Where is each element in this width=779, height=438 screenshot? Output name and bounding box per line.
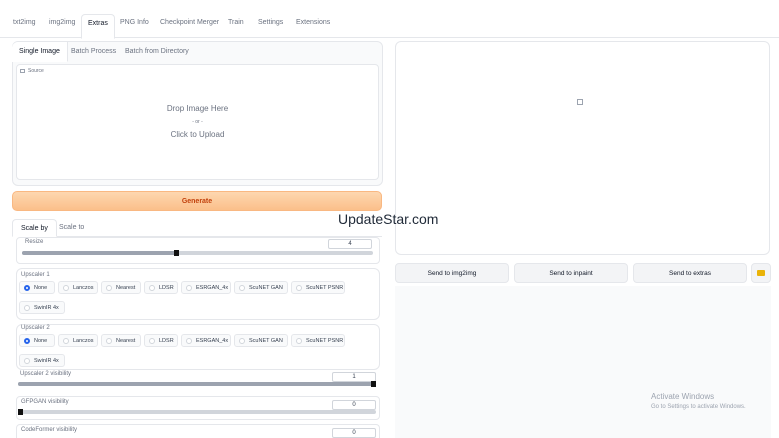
upscaler2-option-ldsr[interactable]: LDSR [144, 334, 178, 347]
source-label: Source [20, 68, 44, 74]
send-to-img2img-button[interactable]: Send to img2img [395, 263, 509, 283]
upscaler2-visibility-input[interactable]: 1 [332, 372, 376, 382]
upscaler1-label: Upscaler 1 [21, 272, 50, 278]
tab-extensions[interactable]: Extensions [296, 19, 330, 26]
upscaler1-option-esrgan[interactable]: ESRGAN_4x [181, 281, 231, 294]
codeformer-visibility-label: CodeFormer visibility [21, 427, 78, 433]
radio-selected-icon [24, 338, 30, 344]
watermark-text: UpdateStar.com [338, 211, 439, 227]
radio-icon [106, 338, 112, 344]
open-folder-button[interactable] [751, 263, 771, 283]
radio-icon [149, 285, 155, 291]
output-info-area [395, 286, 771, 438]
click-to-upload-text[interactable]: Click to Upload [16, 130, 379, 139]
upscaler1-option-nearest[interactable]: Nearest [101, 281, 141, 294]
tab-settings[interactable]: Settings [258, 19, 283, 26]
upscaler2-visibility-fill [18, 382, 373, 386]
tab-png-info[interactable]: PNG Info [120, 19, 149, 26]
radio-selected-icon [24, 285, 30, 291]
radio-icon [186, 338, 192, 344]
radio-icon [24, 358, 30, 364]
upscaler1-option-lanczos[interactable]: Lanczos [58, 281, 98, 294]
gfpgan-visibility-input[interactable]: 0 [332, 400, 376, 410]
tab-txt2img[interactable]: txt2img [13, 19, 36, 26]
upscaler1-option-swinir[interactable]: SwinIR 4x [19, 301, 65, 314]
upscaler1-option-scunet-psnr[interactable]: ScuNET PSNR [291, 281, 345, 294]
gfpgan-visibility-label: GFPGAN visibility [21, 399, 69, 405]
tab-scale-by[interactable]: Scale by [12, 219, 57, 237]
gfpgan-visibility-thumb[interactable] [18, 409, 23, 415]
tab-single-image[interactable]: Single Image [12, 42, 68, 62]
drop-image-text: Drop Image Here [166, 104, 229, 113]
top-tab-bar [0, 14, 779, 38]
radio-icon [149, 338, 155, 344]
resize-input[interactable]: 4 [328, 239, 372, 249]
activate-windows-subtitle: Go to Settings to activate Windows. [651, 404, 746, 410]
tab-extras[interactable]: Extras [81, 14, 115, 39]
tab-batch-process[interactable]: Batch Process [71, 48, 116, 55]
radio-icon [186, 285, 192, 291]
tab-batch-from-directory[interactable]: Batch from Directory [125, 48, 189, 55]
upscaler2-option-swinir[interactable]: SwinIR 4x [19, 354, 65, 367]
radio-icon [63, 338, 69, 344]
radio-icon [24, 305, 30, 311]
generate-button[interactable]: Generate [12, 191, 382, 211]
tab-img2img[interactable]: img2img [49, 19, 75, 26]
resize-label: Resize [25, 239, 44, 245]
radio-icon [296, 285, 302, 291]
drop-or-text: - or - [192, 119, 203, 125]
radio-icon [63, 285, 69, 291]
gfpgan-slider-box [16, 396, 380, 420]
upscaler2-visibility-thumb[interactable] [371, 381, 376, 387]
upscaler2-group [16, 324, 380, 370]
resize-slider[interactable] [22, 250, 373, 256]
upscaler2-option-esrgan[interactable]: ESRGAN_4x [181, 334, 231, 347]
upscaler2-option-lanczos[interactable]: Lanczos [58, 334, 98, 347]
tab-checkpoint-merger[interactable]: Checkpoint Merger [160, 19, 219, 26]
send-to-inpaint-button[interactable]: Send to inpaint [514, 263, 628, 283]
resize-slider-fill [22, 251, 176, 255]
upscaler1-option-none[interactable]: None [19, 281, 55, 294]
codeformer-visibility-input[interactable]: 0 [332, 428, 376, 438]
upscaler2-option-scunet-psnr[interactable]: ScuNET PSNR [291, 334, 345, 347]
activate-windows-title: Activate Windows [651, 392, 715, 401]
radio-icon [296, 338, 302, 344]
upscaler2-label: Upscaler 2 [21, 325, 50, 331]
folder-icon [757, 270, 765, 276]
upscaler1-option-scunet-gan[interactable]: ScuNET GAN [234, 281, 288, 294]
upscaler2-option-none[interactable]: None [19, 334, 55, 347]
upscaler2-option-scunet-gan[interactable]: ScuNET GAN [234, 334, 288, 347]
broken-image-icon [577, 99, 583, 105]
output-image-panel [395, 41, 770, 255]
radio-icon [106, 285, 112, 291]
tab-train[interactable]: Train [228, 19, 244, 26]
radio-icon [239, 338, 245, 344]
upscaler2-visibility-slider[interactable] [18, 381, 376, 387]
gfpgan-visibility-slider[interactable] [18, 409, 376, 415]
upscaler2-visibility-label: Upscaler 2 visibility [20, 371, 72, 377]
upscaler1-group [16, 268, 380, 320]
image-icon [20, 68, 25, 73]
tab-scale-to[interactable]: Scale to [59, 224, 84, 231]
radio-icon [239, 285, 245, 291]
upscaler1-option-ldsr[interactable]: LDSR [144, 281, 178, 294]
resize-slider-thumb[interactable] [174, 250, 179, 256]
upscaler2-option-nearest[interactable]: Nearest [101, 334, 141, 347]
send-to-extras-button[interactable]: Send to extras [633, 263, 747, 283]
